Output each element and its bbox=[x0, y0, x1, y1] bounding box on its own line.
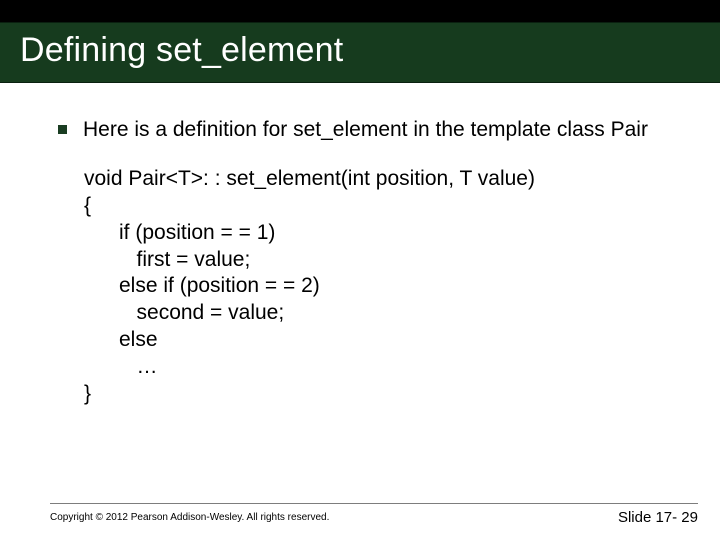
bullet-item: Here is a definition for set_element in … bbox=[58, 117, 700, 144]
top-stripe bbox=[0, 0, 720, 22]
slide-footer: Copyright © 2012 Pearson Addison-Wesley.… bbox=[0, 509, 720, 540]
footer-rule bbox=[50, 503, 698, 504]
slide-title: Defining set_element bbox=[20, 31, 700, 70]
slide: Defining set_element Here is a definitio… bbox=[0, 0, 720, 540]
code-block: void Pair<T>: : set_element(int position… bbox=[84, 166, 700, 408]
slide-number: Slide 17- 29 bbox=[618, 509, 698, 526]
title-band: Defining set_element bbox=[0, 22, 720, 83]
square-bullet-icon bbox=[58, 125, 67, 134]
copyright-text: Copyright © 2012 Pearson Addison-Wesley.… bbox=[50, 512, 329, 523]
slide-body: Here is a definition for set_element in … bbox=[0, 83, 720, 509]
bullet-text: Here is a definition for set_element in … bbox=[83, 117, 700, 144]
